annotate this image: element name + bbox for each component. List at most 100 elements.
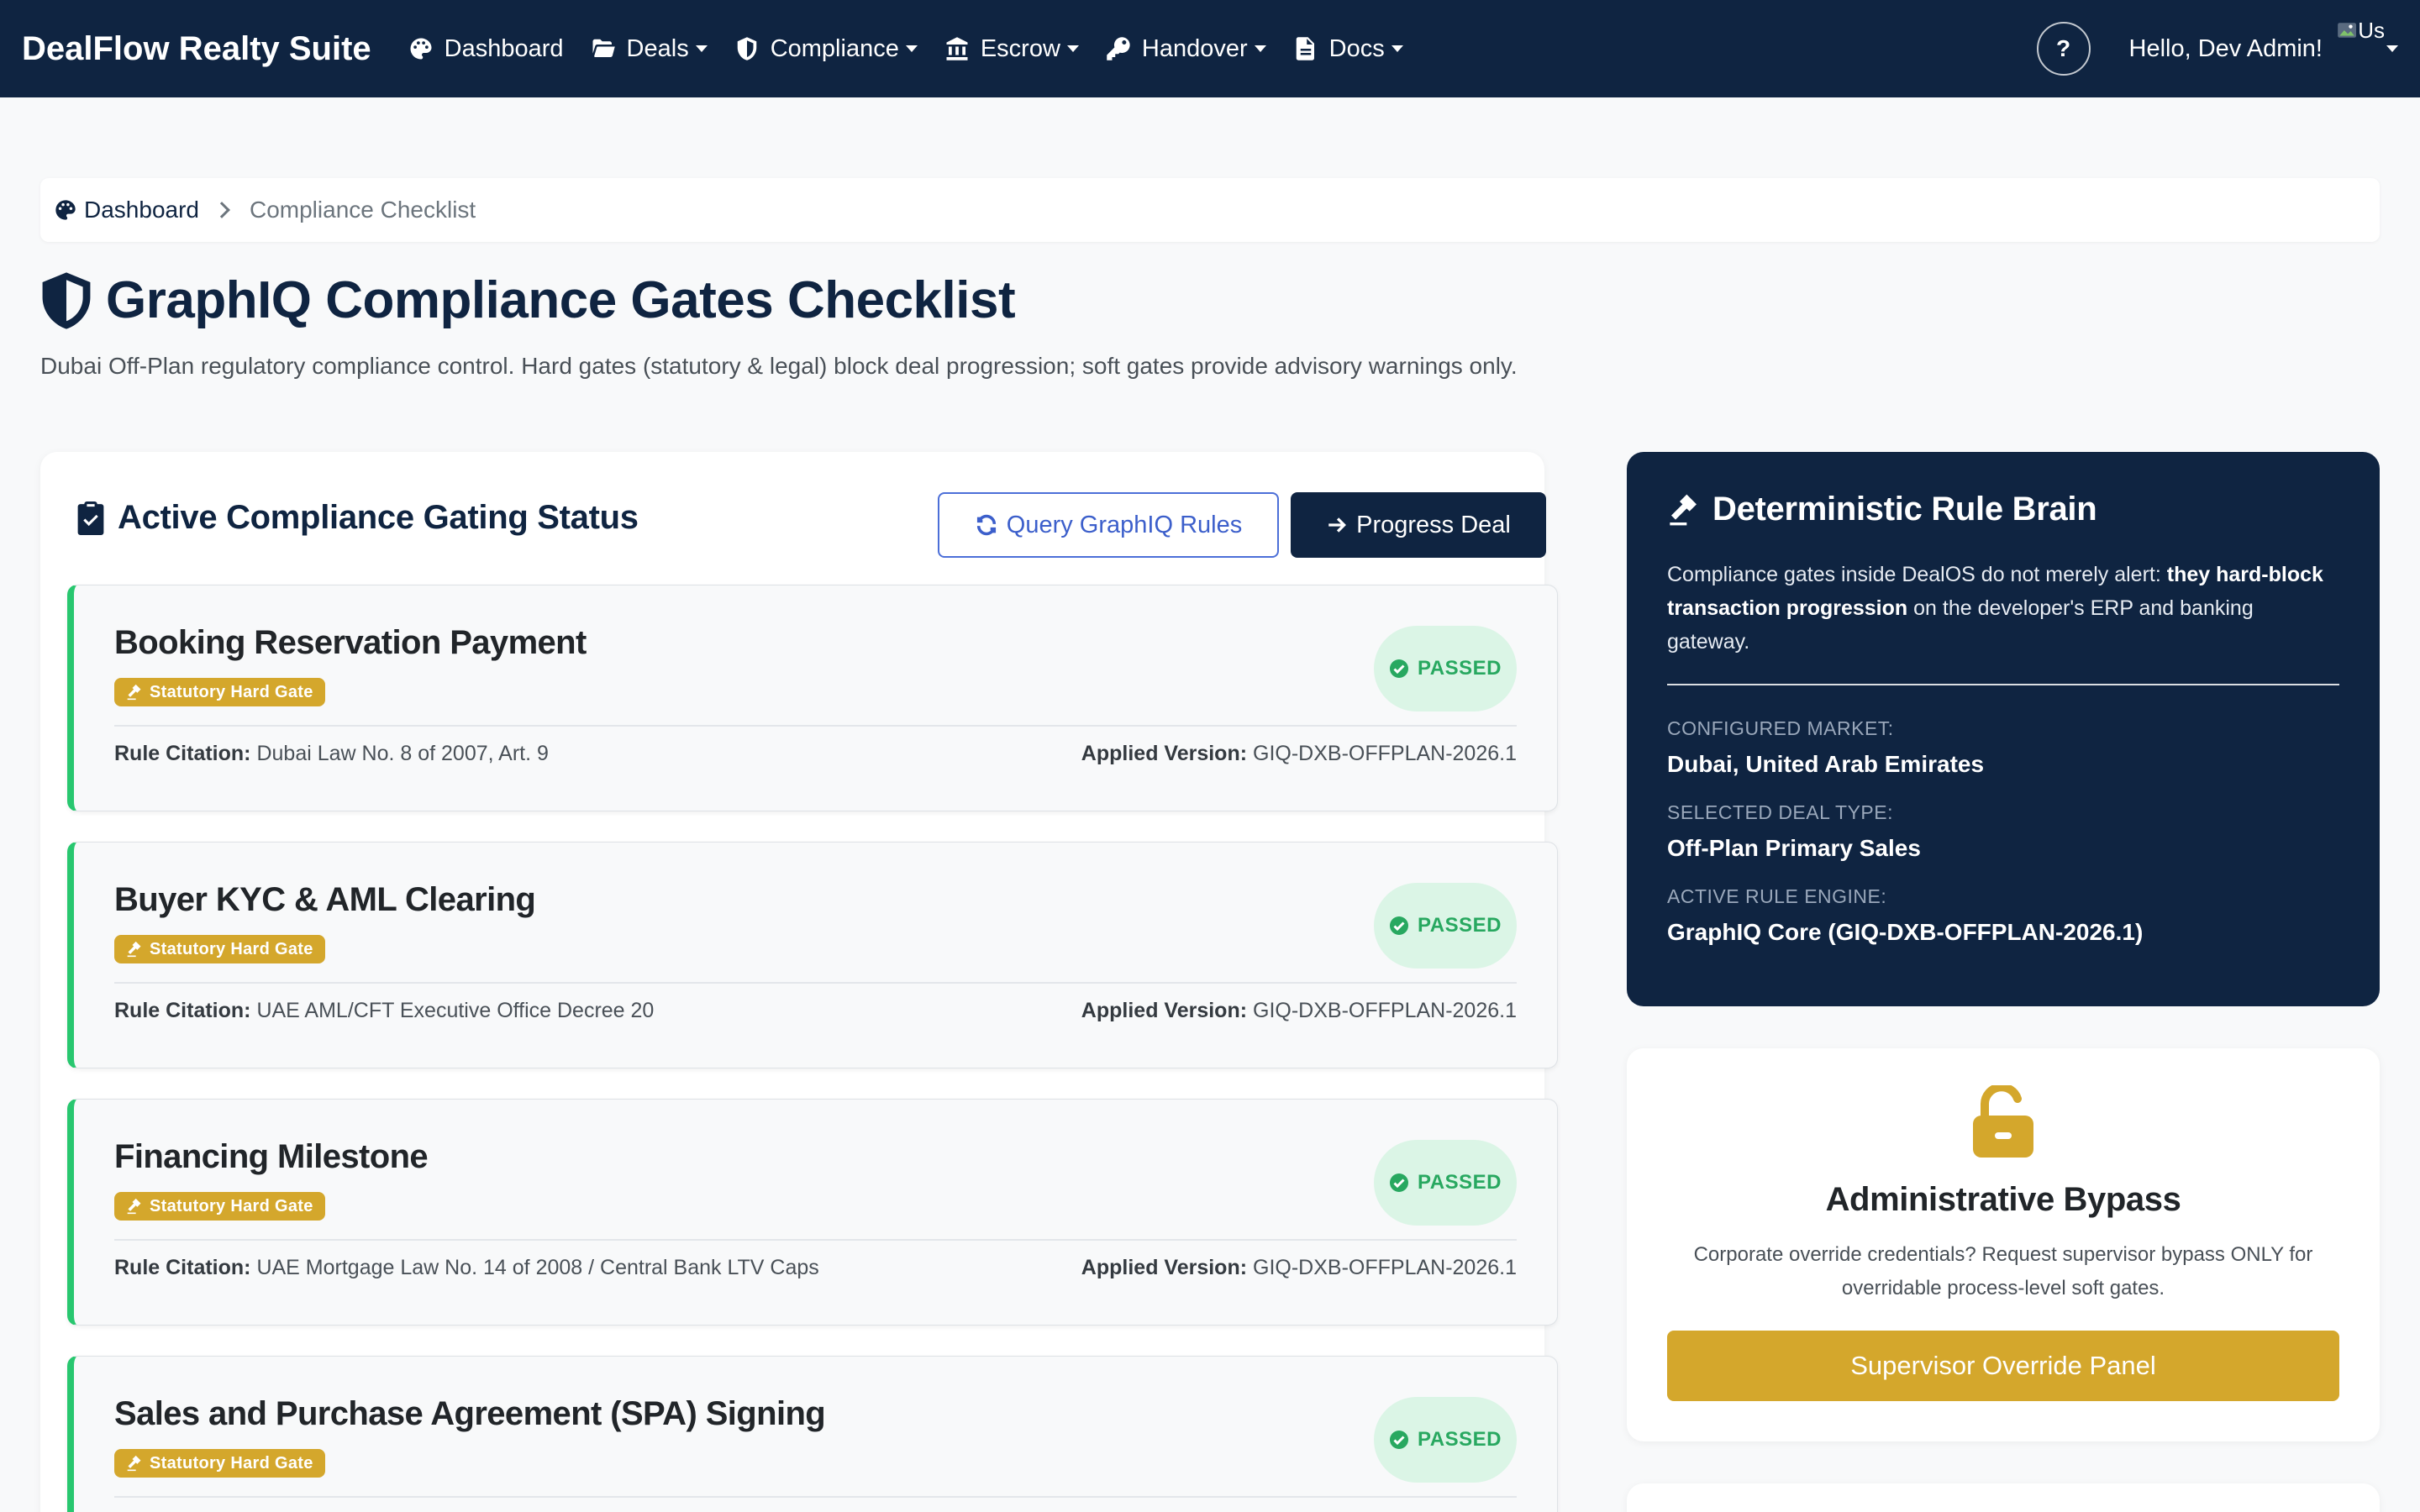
chevron-down-icon: [1391, 45, 1403, 52]
status-badge: PASSED: [1374, 626, 1517, 711]
check-circle-icon: [1390, 916, 1409, 935]
refresh-icon: [976, 514, 996, 536]
applied-version-value: GIQ-DXB-OFFPLAN-2026.1: [1253, 999, 1517, 1022]
rule-citation: Rule Citation: UAE Mortgage Law No. 14 o…: [114, 1256, 819, 1280]
nav-docs[interactable]: Docs: [1293, 35, 1403, 63]
rule-citation-value: Dubai Law No. 8 of 2007, Art. 9: [256, 742, 549, 765]
unlock-icon: [1973, 1085, 2033, 1158]
gate-card: Sales and Purchase Agreement (SPA) Signi…: [67, 1356, 1558, 1512]
check-circle-icon: [1390, 659, 1409, 678]
market-value: Dubai, United Arab Emirates: [1667, 751, 1985, 777]
query-rules-button[interactable]: Query GraphIQ Rules: [938, 492, 1279, 558]
chevron-right-icon: [213, 202, 230, 218]
bypass-description: Corporate override credentials? Request …: [1693, 1243, 2313, 1299]
gate-type-badge: Statutory Hard Gate: [114, 678, 325, 706]
rule-citation-value: UAE Mortgage Law No. 14 of 2008 / Centra…: [256, 1256, 819, 1279]
admin-bypass-card: Administrative Bypass Corporate override…: [1627, 1048, 2380, 1441]
gate-divider: [114, 725, 1517, 727]
nav-escrow[interactable]: Escrow: [944, 35, 1079, 63]
user-menu-chevron-icon[interactable]: [2386, 45, 2398, 52]
applied-version-label: Applied Version:: [1081, 999, 1248, 1022]
rule-citation-label: Rule Citation:: [114, 999, 251, 1022]
rule-divider: [1667, 684, 2339, 685]
page-title: GraphIQ Compliance Gates Checklist: [40, 270, 1016, 330]
gate-divider: [114, 1496, 1517, 1498]
query-rules-label: Query GraphIQ Rules: [1006, 511, 1243, 538]
gate-type-badge: Statutory Hard Gate: [114, 1449, 325, 1478]
applied-version: Applied Version: GIQ-DXB-OFFPLAN-2026.1: [1081, 742, 1517, 766]
arrow-right-icon: [1328, 517, 1347, 533]
chevron-down-icon: [905, 45, 918, 52]
gate-title: Buyer KYC & AML Clearing: [114, 881, 536, 918]
chevron-down-icon: [695, 45, 708, 52]
rule-brain-title: Deterministic Rule Brain: [1667, 491, 2097, 528]
gavel-icon: [127, 1198, 141, 1215]
gate-title: Sales and Purchase Agreement (SPA) Signi…: [114, 1395, 826, 1432]
gate-type-badge: Statutory Hard Gate: [114, 935, 325, 963]
clipboard-check-icon: [77, 501, 104, 535]
gavel-icon: [127, 941, 141, 958]
gate-title: Booking Reservation Payment: [114, 624, 587, 661]
palette-icon: [55, 200, 76, 220]
deal-type-value: Off-Plan Primary Sales: [1667, 835, 1921, 861]
key-icon: [1107, 37, 1130, 60]
gate-type-badge: Statutory Hard Gate: [114, 1192, 325, 1221]
gavel-icon: [1670, 494, 1697, 525]
gating-card-title-text: Active Compliance Gating Status: [118, 499, 639, 536]
status-badge: PASSED: [1374, 1397, 1517, 1483]
gate-type-label: Statutory Hard Gate: [150, 939, 313, 958]
progress-deal-label: Progress Deal: [1356, 511, 1511, 538]
rule-citation: Rule Citation: UAE AML/CFT Executive Off…: [114, 999, 654, 1023]
nav-compliance[interactable]: Compliance: [734, 35, 918, 63]
shield-icon: [737, 37, 756, 60]
status-text: PASSED: [1418, 914, 1502, 937]
breadcrumb: Dashboard Compliance Checklist: [40, 178, 2380, 242]
nav-deals-label: Deals: [626, 34, 689, 62]
rule-brain-description: Compliance gates inside DealOS do not me…: [1667, 558, 2339, 659]
rule-citation-label: Rule Citation:: [114, 742, 251, 765]
rule-brain-card: Deterministic Rule Brain Compliance gate…: [1627, 452, 2380, 1006]
nav-docs-label: Docs: [1328, 34, 1385, 62]
chevron-down-icon: [1254, 45, 1266, 52]
rule-citation-label: Rule Citation:: [114, 1256, 251, 1279]
chevron-down-icon: [1066, 45, 1079, 52]
brand-logo[interactable]: DealFlow Realty Suite: [22, 30, 371, 68]
gate-divider: [114, 982, 1517, 984]
nav-dashboard[interactable]: Dashboard: [408, 35, 564, 63]
page-title-text: GraphIQ Compliance Gates Checklist: [106, 271, 1016, 329]
progress-deal-button[interactable]: Progress Deal: [1291, 492, 1546, 558]
applied-version-label: Applied Version:: [1081, 1256, 1248, 1279]
gate-divider: [114, 1239, 1517, 1241]
broken-image-icon: [2338, 23, 2357, 38]
user-greeting: Hello, Dev Admin!: [2128, 34, 2323, 62]
gavel-icon: [127, 1455, 141, 1472]
gate-card: Financing Milestone Statutory Hard Gate …: [67, 1099, 1558, 1326]
gate-card: Buyer KYC & AML Clearing Statutory Hard …: [67, 842, 1558, 1068]
nav-handover-label: Handover: [1141, 34, 1248, 62]
avatar[interactable]: Us: [2336, 18, 2385, 66]
market-label: CONFIGURED MARKET:: [1667, 717, 1894, 739]
breadcrumb-home-link[interactable]: Dashboard: [54, 197, 199, 223]
gating-card-title: Active Compliance Gating Status: [77, 499, 639, 537]
palette-icon: [410, 38, 432, 60]
top-navbar: DealFlow Realty Suite Dashboard Deals Co…: [0, 0, 2420, 97]
nav-handover[interactable]: Handover: [1106, 35, 1266, 63]
avatar-alt-text: Us: [2358, 18, 2385, 43]
applied-version-label: Applied Version:: [1081, 742, 1248, 765]
status-badge: PASSED: [1374, 883, 1517, 969]
deal-type-label: SELECTED DEAL TYPE:: [1667, 801, 1893, 823]
check-circle-icon: [1390, 1173, 1409, 1192]
check-circle-icon: [1390, 1431, 1409, 1449]
rule-engine-label: ACTIVE RULE ENGINE:: [1667, 885, 1887, 907]
bypass-title: Administrative Bypass: [1825, 1181, 2181, 1218]
supervisor-override-button[interactable]: Supervisor Override Panel: [1667, 1331, 2339, 1401]
applied-version: Applied Version: GIQ-DXB-OFFPLAN-2026.1: [1081, 999, 1517, 1023]
help-button[interactable]: ?: [2036, 22, 2091, 76]
bank-icon: [946, 37, 968, 60]
applied-version-value: GIQ-DXB-OFFPLAN-2026.1: [1253, 1256, 1517, 1279]
breadcrumb-current: Compliance Checklist: [249, 197, 476, 223]
nav-escrow-label: Escrow: [980, 34, 1060, 62]
nav-deals[interactable]: Deals: [591, 35, 708, 63]
shield-icon: [42, 271, 91, 329]
next-card: [1627, 1483, 2380, 1512]
